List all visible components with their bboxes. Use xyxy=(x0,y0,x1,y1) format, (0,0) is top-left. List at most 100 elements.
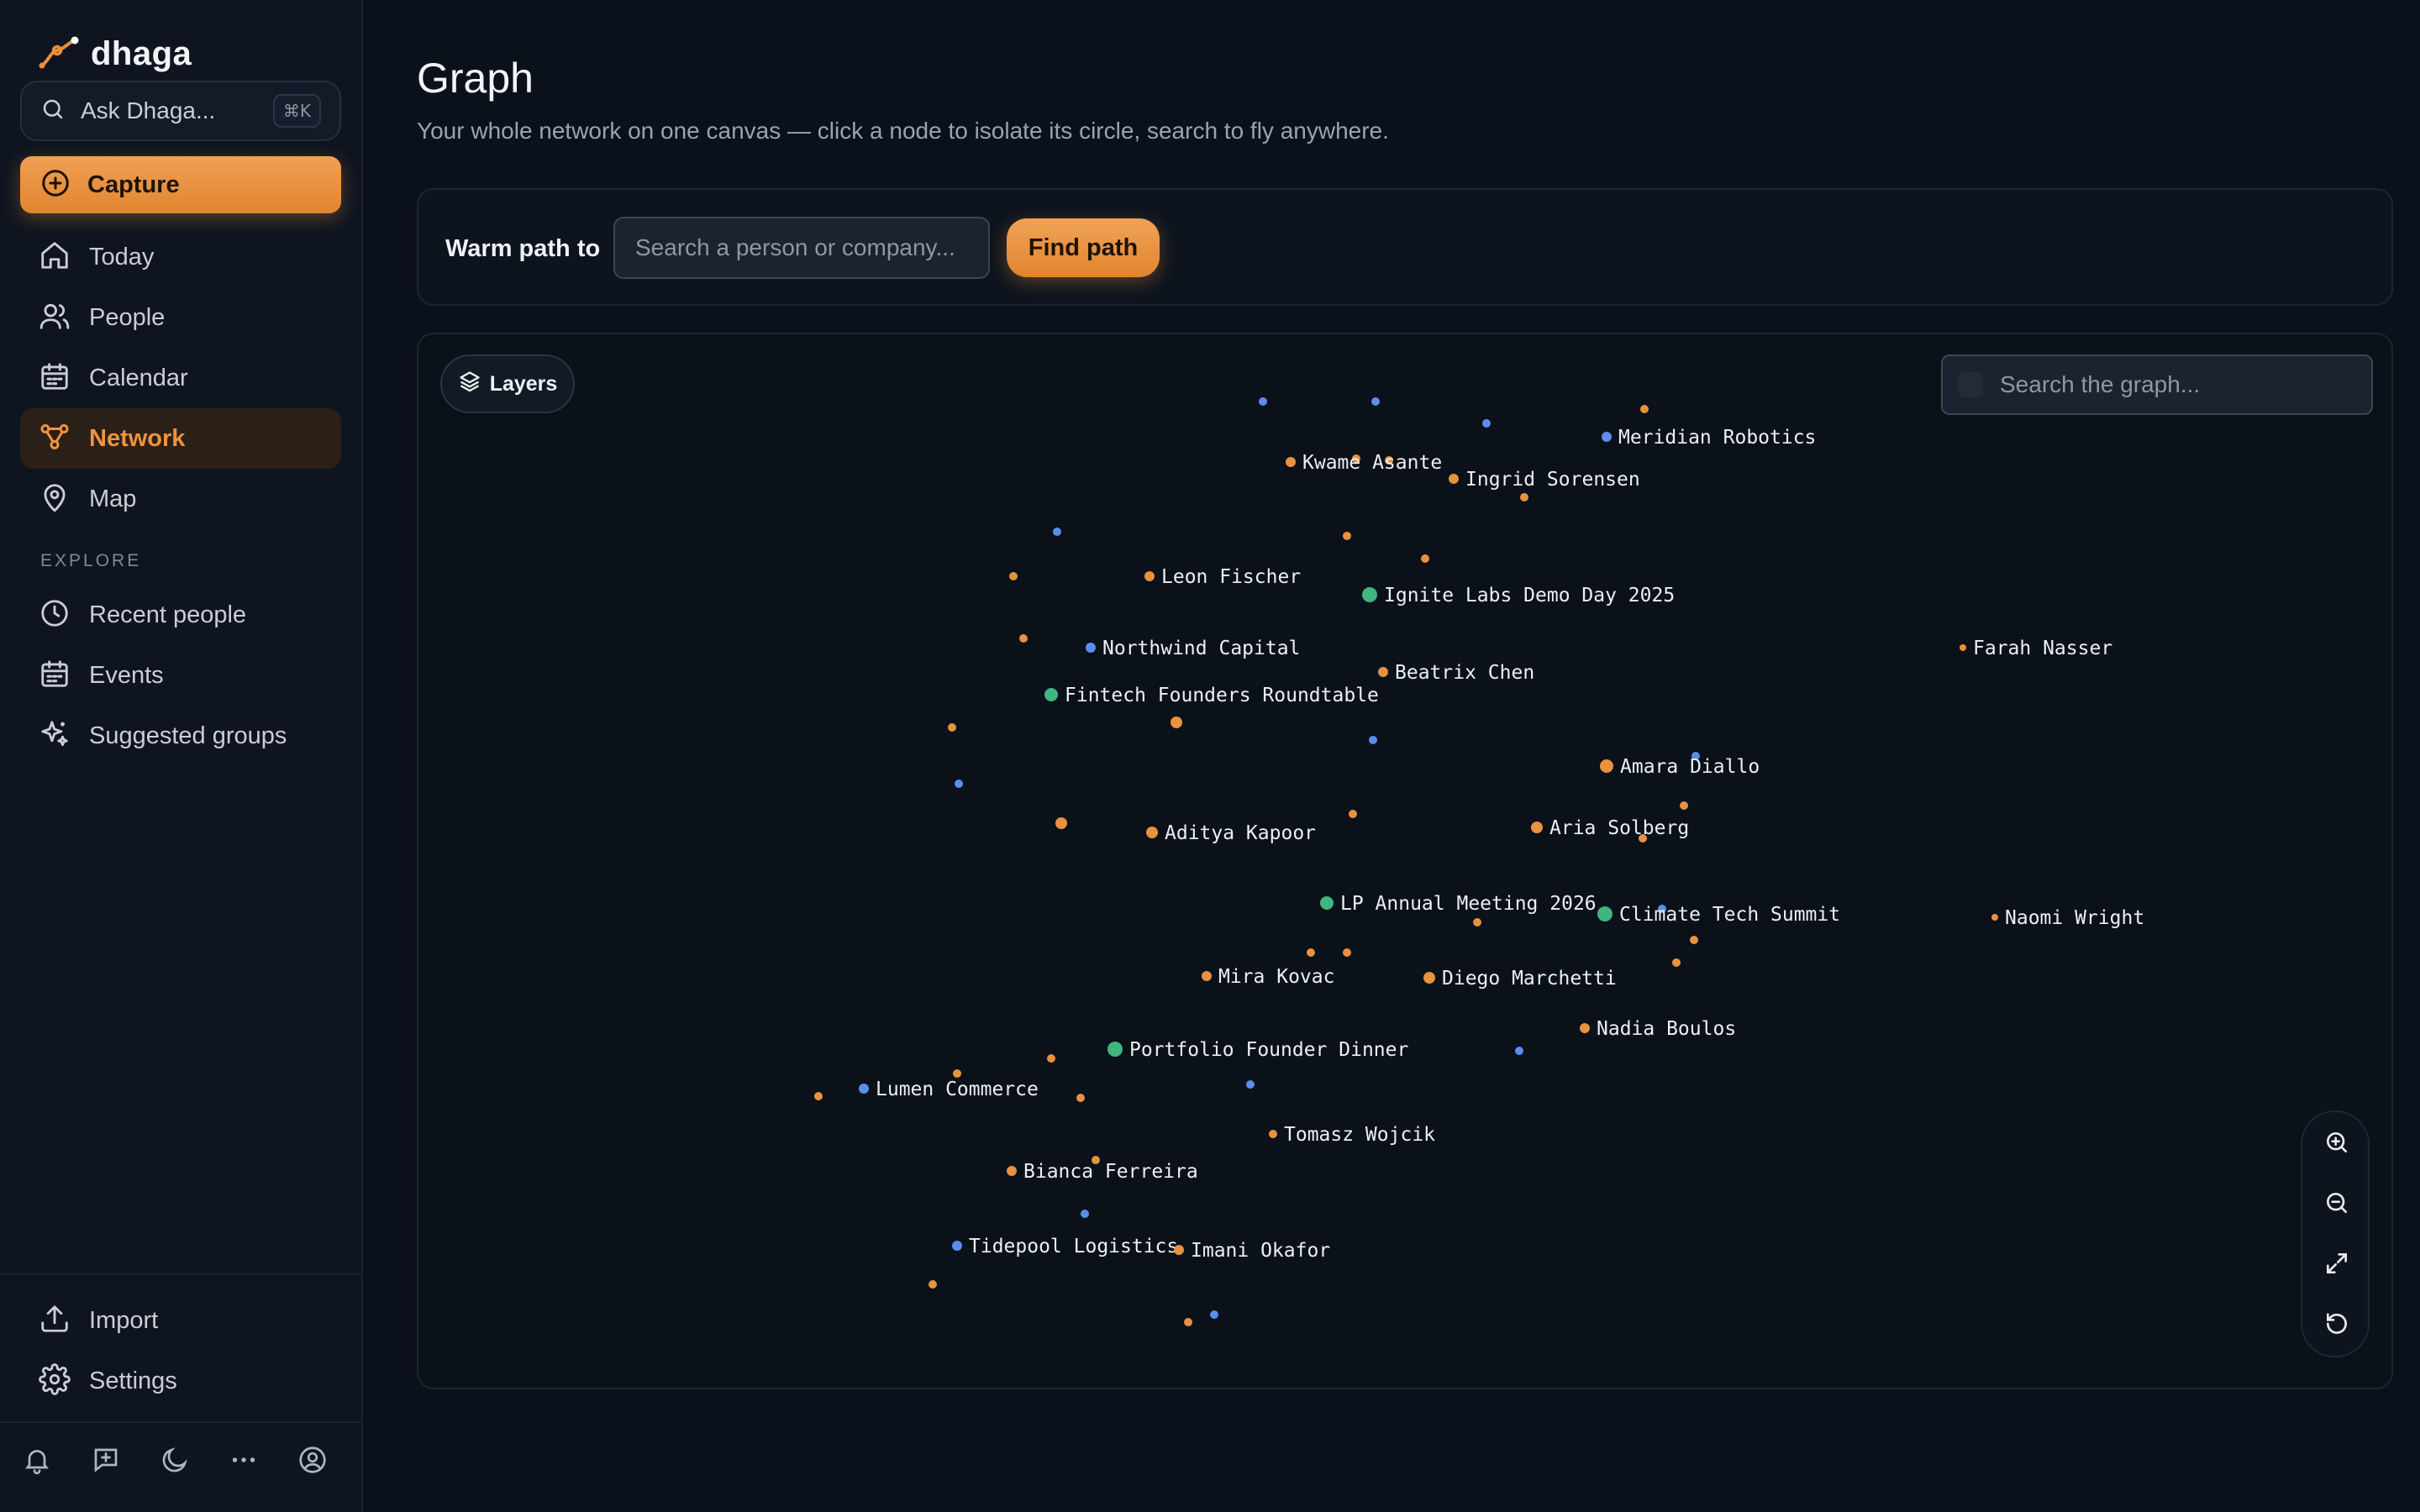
node-label[interactable]: Amara Diallo xyxy=(1620,756,1760,778)
person-node[interactable] xyxy=(1520,493,1528,501)
brand[interactable]: dhaga xyxy=(39,30,192,77)
person-node[interactable] xyxy=(1640,405,1649,413)
person-node[interactable] xyxy=(948,723,956,732)
node-label[interactable]: Beatrix Chen xyxy=(1395,662,1534,684)
node-label[interactable]: Aria Solberg xyxy=(1549,817,1689,839)
node-label[interactable]: Climate Tech Summit xyxy=(1619,904,1840,926)
warm-path-search-input[interactable]: Search a person or company... xyxy=(613,217,990,279)
company-node[interactable]: Lumen Commerce xyxy=(859,1079,1039,1100)
node-label[interactable]: Imani Okafor xyxy=(1191,1240,1330,1262)
node-label[interactable]: Diego Marchetti xyxy=(1442,968,1617,990)
person-node[interactable] xyxy=(1184,1318,1192,1326)
person-node[interactable]: Kwame Asante xyxy=(1286,452,1442,474)
node-dot[interactable] xyxy=(1449,474,1459,484)
node-label[interactable]: Tidepool Logistics xyxy=(969,1236,1178,1257)
reset-view-button[interactable] xyxy=(2318,1307,2355,1344)
bell-icon[interactable] xyxy=(18,1441,55,1478)
company-node[interactable] xyxy=(1515,1047,1523,1055)
node-dot[interactable] xyxy=(1174,1245,1184,1255)
event-node[interactable]: Fintech Founders Roundtable xyxy=(1044,685,1379,706)
node-dot[interactable] xyxy=(1597,906,1612,921)
nav-item-import[interactable]: Import xyxy=(20,1290,341,1351)
event-node[interactable]: LP Annual Meeting 2026 xyxy=(1320,893,1597,915)
node-dot[interactable] xyxy=(859,1084,869,1094)
graph-canvas[interactable]: Meridian Robotics Kwame Asante Ingrid Sore… xyxy=(417,333,2393,1389)
node-dot[interactable] xyxy=(1423,972,1435,984)
company-node[interactable] xyxy=(1081,1210,1089,1218)
person-node[interactable]: Tomasz Wojcik xyxy=(1269,1124,1435,1146)
message-plus-icon[interactable] xyxy=(87,1441,124,1478)
person-node[interactable] xyxy=(1047,1054,1055,1063)
person-node[interactable]: Aria Solberg xyxy=(1531,817,1689,839)
node-dot[interactable] xyxy=(1286,457,1296,467)
event-node[interactable]: Climate Tech Summit xyxy=(1597,904,1840,926)
node-label[interactable]: Ignite Labs Demo Day 2025 xyxy=(1384,585,1675,606)
person-node[interactable]: Beatrix Chen xyxy=(1378,662,1534,684)
person-node[interactable]: Bianca Ferreira xyxy=(1007,1161,1198,1183)
node-dot[interactable] xyxy=(1320,896,1334,910)
node-dot[interactable] xyxy=(1202,971,1212,981)
zoom-out-button[interactable] xyxy=(2318,1186,2355,1223)
person-node[interactable]: Farah Nasser xyxy=(1960,638,2112,659)
ask-dhaga-search[interactable]: Ask Dhaga... ⌘K xyxy=(20,81,341,141)
person-node[interactable]: Imani Okafor xyxy=(1174,1240,1330,1262)
capture-button[interactable]: Capture xyxy=(20,156,341,213)
node-label[interactable]: Naomi Wright xyxy=(2005,907,2144,929)
more-icon[interactable] xyxy=(225,1441,262,1478)
person-node[interactable] xyxy=(1171,717,1182,728)
nav-item-map[interactable]: Map xyxy=(20,469,341,529)
company-node[interactable]: Northwind Capital xyxy=(1086,638,1300,659)
person-node[interactable]: Mira Kovac xyxy=(1202,966,1334,988)
node-label[interactable]: Farah Nasser xyxy=(1973,638,2112,659)
person-node[interactable] xyxy=(1009,572,1018,580)
company-node[interactable]: Tidepool Logistics xyxy=(952,1236,1178,1257)
moon-icon[interactable] xyxy=(156,1441,193,1478)
company-node[interactable]: Meridian Robotics xyxy=(1602,427,1816,449)
person-node[interactable]: Amara Diallo xyxy=(1600,756,1760,778)
event-node[interactable]: Ignite Labs Demo Day 2025 xyxy=(1362,585,1675,606)
node-dot[interactable] xyxy=(1602,432,1612,442)
node-label[interactable]: Tomasz Wojcik xyxy=(1284,1124,1435,1146)
node-label[interactable]: Northwind Capital xyxy=(1102,638,1300,659)
fit-view-button[interactable] xyxy=(2318,1247,2355,1284)
node-dot[interactable] xyxy=(1044,688,1058,701)
node-dot[interactable] xyxy=(1086,643,1096,653)
person-node[interactable] xyxy=(1690,936,1698,944)
node-label[interactable]: Nadia Boulos xyxy=(1597,1018,1736,1040)
person-node[interactable] xyxy=(1672,958,1681,967)
node-label[interactable]: Ingrid Sorensen xyxy=(1465,469,1640,491)
company-node[interactable] xyxy=(1246,1080,1255,1089)
person-node[interactable]: Diego Marchetti xyxy=(1423,968,1617,990)
person-node[interactable] xyxy=(1055,817,1067,829)
person-node[interactable] xyxy=(1680,801,1688,810)
person-node[interactable] xyxy=(1307,948,1315,957)
company-node[interactable] xyxy=(955,780,963,788)
nav-item-people[interactable]: People xyxy=(20,287,341,348)
person-node[interactable] xyxy=(1076,1094,1085,1102)
nav-item-events[interactable]: Events xyxy=(20,645,341,706)
node-label[interactable]: Kwame Asante xyxy=(1302,452,1442,474)
node-label[interactable]: Portfolio Founder Dinner xyxy=(1129,1039,1408,1061)
node-label[interactable]: Bianca Ferreira xyxy=(1023,1161,1198,1183)
person-node[interactable]: Leon Fischer xyxy=(1144,566,1301,588)
layers-button[interactable]: Layers xyxy=(440,354,575,413)
user-circle-icon[interactable] xyxy=(294,1441,331,1478)
nav-item-settings[interactable]: Settings xyxy=(20,1351,341,1411)
graph-svg[interactable]: Meridian Robotics Kwame Asante Ingrid Sore… xyxy=(418,334,2393,1389)
nav-item-suggested-groups[interactable]: Suggested groups xyxy=(20,706,341,766)
find-path-button[interactable]: Find path xyxy=(1007,218,1160,277)
node-dot[interactable] xyxy=(1146,827,1158,838)
zoom-in-button[interactable] xyxy=(2318,1126,2355,1163)
company-node[interactable] xyxy=(1053,528,1061,536)
node-dot[interactable] xyxy=(1107,1042,1123,1057)
node-dot[interactable] xyxy=(952,1241,962,1251)
node-label[interactable]: LP Annual Meeting 2026 xyxy=(1340,893,1597,915)
person-node[interactable]: Aditya Kapoor xyxy=(1146,822,1316,844)
node-dot[interactable] xyxy=(1144,571,1155,581)
person-node[interactable] xyxy=(953,1069,961,1078)
nav-item-network[interactable]: Network xyxy=(20,408,341,469)
node-dot[interactable] xyxy=(1991,914,1998,921)
person-node[interactable] xyxy=(1343,532,1351,540)
node-dot[interactable] xyxy=(1269,1130,1277,1138)
company-node[interactable] xyxy=(1482,419,1491,428)
